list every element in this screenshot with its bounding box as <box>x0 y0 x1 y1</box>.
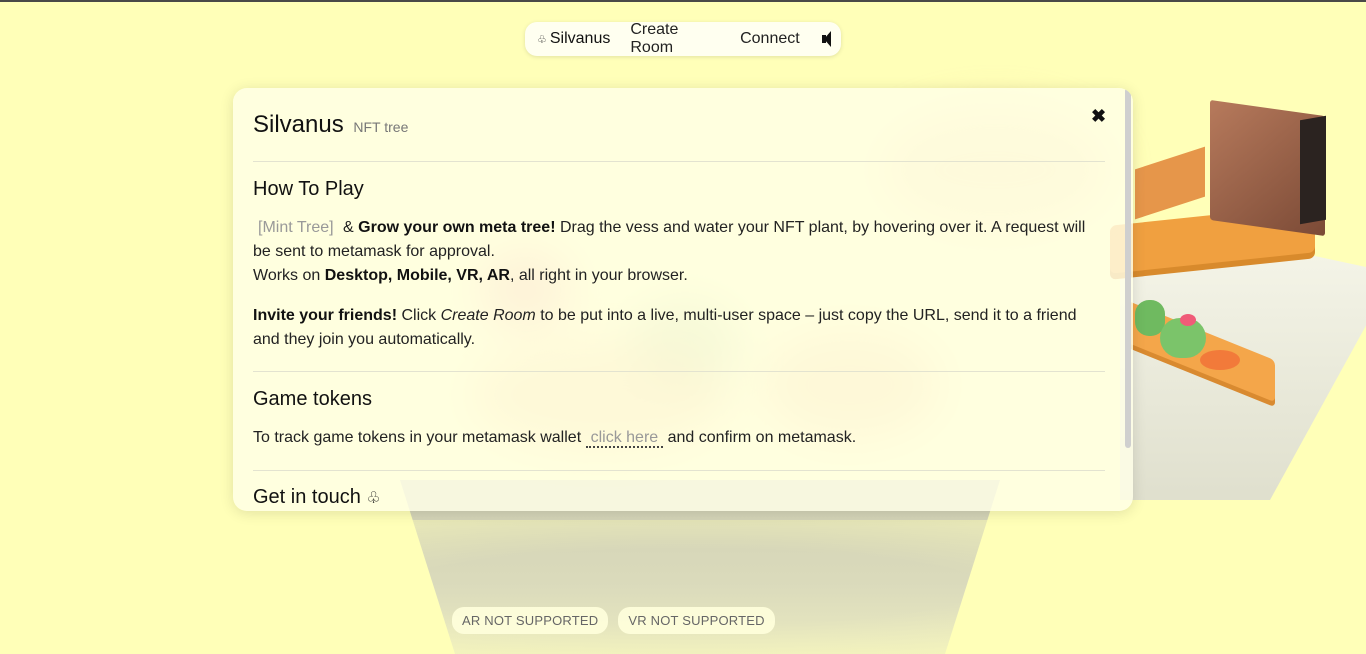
nav-brand-label: Silvanus <box>549 30 611 47</box>
divider <box>253 371 1105 372</box>
create-room-reference: Create Room <box>440 307 536 324</box>
speaker-icon[interactable] <box>820 31 831 47</box>
tree-icon: ♧ <box>537 33 547 46</box>
divider <box>253 161 1105 162</box>
how-to-play-text: [Mint Tree] & Grow your own meta tree! D… <box>253 216 1093 288</box>
ampersand: & <box>343 219 354 236</box>
game-tokens-suffix: and confirm on metamask. <box>667 429 857 446</box>
grow-tree-text: Grow your own meta tree! <box>358 219 556 236</box>
xr-badges: AR NOT SUPPORTED VR NOT SUPPORTED <box>452 607 775 634</box>
get-in-touch-label: Get in touch <box>253 486 361 508</box>
panel-scrollbar[interactable] <box>1125 88 1131 448</box>
add-token-link[interactable]: click here <box>585 429 664 448</box>
panel-title: Silvanus NFT tree <box>253 111 408 139</box>
invite-click-text: Click <box>401 307 437 324</box>
vr-not-supported-badge: VR NOT SUPPORTED <box>618 607 775 634</box>
works-on-suffix: , all right in your browser. <box>509 267 688 284</box>
connect-button[interactable]: Connect <box>740 30 800 48</box>
invite-friends-text: Invite your friends! <box>253 307 398 324</box>
panel-subtitle: NFT tree <box>353 119 409 135</box>
how-to-play-heading: How To Play <box>253 178 364 200</box>
scene-succulent <box>1200 350 1240 370</box>
get-in-touch-heading: Get in touch ♧ <box>253 486 381 509</box>
game-tokens-text: To track game tokens in your metamask wa… <box>253 426 1093 450</box>
ar-not-supported-badge: AR NOT SUPPORTED <box>452 607 609 634</box>
nav-brand[interactable]: ♧ Silvanus <box>537 30 610 48</box>
scene-roof <box>1135 146 1205 220</box>
scene-ruin-shadow <box>1300 115 1326 225</box>
game-tokens-heading: Game tokens <box>253 388 372 410</box>
panel-title-text: Silvanus <box>253 111 344 138</box>
close-icon[interactable]: ✖ <box>1091 106 1106 127</box>
game-tokens-prefix: To track game tokens in your metamask wa… <box>253 429 582 446</box>
create-room-button[interactable]: Create Room <box>630 21 720 57</box>
tree-icon: ♧ <box>366 490 381 507</box>
works-on-prefix: Works on <box>253 267 321 284</box>
scene-cactus-flower <box>1180 314 1196 326</box>
invite-text: Invite your friends! Click Create Room t… <box>253 304 1093 352</box>
info-panel: ✖ Silvanus NFT tree How To Play [Mint Tr… <box>233 88 1133 511</box>
top-navbar: ♧ Silvanus Create Room Connect <box>525 21 841 57</box>
platforms-text: Desktop, Mobile, VR, AR <box>324 267 510 284</box>
mint-tree-button[interactable]: [Mint Tree] <box>253 219 339 236</box>
divider <box>253 470 1105 471</box>
